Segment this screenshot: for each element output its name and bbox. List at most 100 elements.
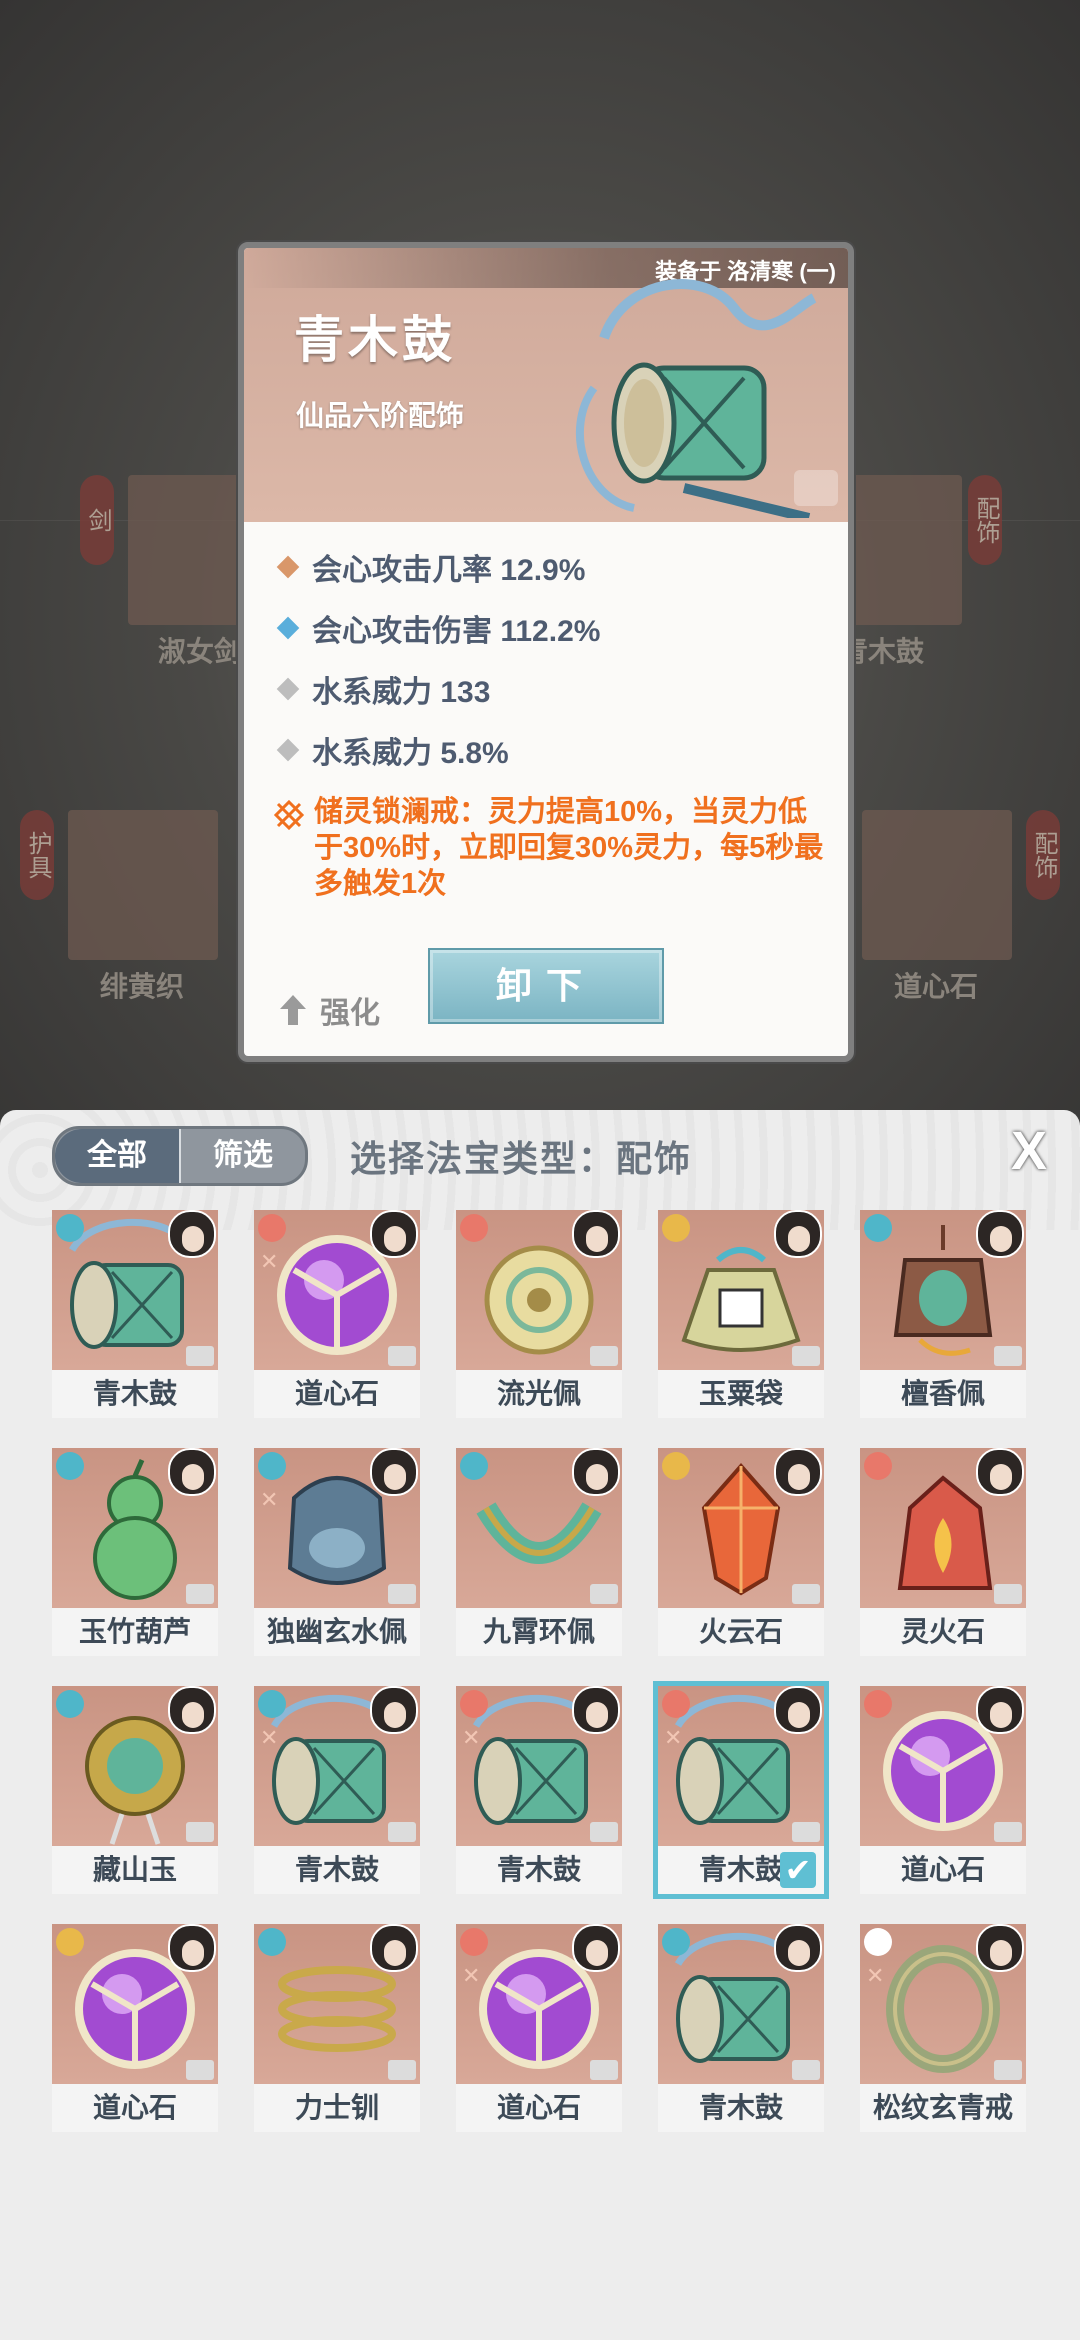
item-image — [658, 1210, 824, 1370]
item-card[interactable]: 九霄环佩 — [456, 1448, 622, 1656]
item-name: 玉粟袋 — [658, 1370, 824, 1418]
enhance-button[interactable]: 强化 — [278, 988, 380, 1032]
stat-text: 会心攻击几率 12.9% — [312, 553, 586, 587]
rune-icon: ✕ — [462, 1963, 481, 1988]
item-image — [456, 1210, 622, 1370]
unequip-button[interactable]: 卸下 — [428, 948, 664, 1024]
lock-icon — [590, 1346, 618, 1366]
stat-text: 水系威力 5.8% — [312, 736, 509, 770]
lock-icon — [186, 1822, 214, 1842]
element-icon — [258, 1214, 286, 1242]
item-card[interactable]: 藏山玉 — [52, 1686, 218, 1894]
avatar-face — [182, 1940, 204, 1966]
avatar-face — [586, 1940, 608, 1966]
item-name: 道心石 — [456, 2084, 622, 2132]
element-icon — [56, 1690, 84, 1718]
item-card[interactable]: ✕ 松纹玄青戒 — [860, 1924, 1026, 2132]
element-icon — [258, 1928, 286, 1956]
item-card[interactable]: 青木鼓 — [52, 1210, 218, 1418]
check-icon: ✔ — [780, 1852, 816, 1888]
skill-row: 储灵锁澜戒：灵力提高10%，当灵力低于30%时，立即回复30%灵力，每5秒最多触… — [274, 794, 834, 902]
item-card[interactable]: ✕ 青木鼓 ✔ — [653, 1681, 829, 1899]
avatar — [168, 1924, 216, 1972]
item-image: ✕ — [254, 1448, 420, 1608]
item-image — [860, 1448, 1026, 1608]
item-card[interactable]: 玉粟袋 — [658, 1210, 824, 1418]
item-name: 玉竹葫芦 — [52, 1608, 218, 1656]
item-name: 藏山玉 — [52, 1846, 218, 1894]
avatar — [976, 1686, 1024, 1734]
lock-icon — [590, 1584, 618, 1604]
item-card[interactable]: ✕ 青木鼓 — [254, 1686, 420, 1894]
avatar-face — [384, 1940, 406, 1966]
item-card[interactable]: ✕ 道心石 — [254, 1210, 420, 1418]
stat-row: 会心攻击几率 12.9% — [274, 536, 834, 597]
diamond-icon — [276, 677, 300, 700]
element-icon — [258, 1690, 286, 1718]
item-image: ✕ — [254, 1686, 420, 1846]
element-icon — [460, 1452, 488, 1480]
tab-filter[interactable]: 筛选 — [181, 1129, 305, 1183]
item-card[interactable]: 火云石 — [658, 1448, 824, 1656]
element-icon — [864, 1928, 892, 1956]
item-card[interactable]: 道心石 — [860, 1686, 1026, 1894]
item-name: 道心石 — [52, 2084, 218, 2132]
item-image — [658, 1924, 824, 2084]
item-name: 九霄环佩 — [456, 1608, 622, 1656]
element-icon — [56, 1214, 84, 1242]
avatar-face — [788, 1940, 810, 1966]
stat-row: 水系威力 133 — [274, 658, 834, 719]
lock-icon — [388, 1584, 416, 1604]
stat-text: 会心攻击伤害 112.2% — [312, 614, 601, 648]
item-name: 青木鼓 — [658, 2084, 824, 2132]
item-card[interactable]: ✕ 青木鼓 — [456, 1686, 622, 1894]
avatar-face — [990, 1226, 1012, 1252]
rune-icon: ✕ — [260, 1725, 279, 1750]
avatar — [370, 1686, 418, 1734]
lock-icon — [186, 1346, 214, 1366]
item-image — [52, 1924, 218, 2084]
equipment-slot[interactable] — [68, 810, 218, 960]
avatar — [976, 1924, 1024, 1972]
item-card[interactable]: 灵火石 — [860, 1448, 1026, 1656]
avatar-face — [586, 1702, 608, 1728]
item-card[interactable]: 青木鼓 — [658, 1924, 824, 2132]
slot-tag: 配饰 — [1026, 810, 1060, 900]
slot-label: 淑女剑 — [158, 636, 243, 667]
close-button[interactable]: X — [1004, 1124, 1054, 1178]
item-card[interactable]: 道心石 — [52, 1924, 218, 2132]
diamond-icon — [276, 555, 300, 578]
item-card[interactable]: ✕ 道心石 — [456, 1924, 622, 2132]
item-card[interactable]: ✕ 独幽玄水佩 — [254, 1448, 420, 1656]
item-image — [52, 1686, 218, 1846]
lock-icon — [590, 2060, 618, 2080]
rune-icon: ✕ — [462, 1725, 481, 1750]
element-icon — [662, 1690, 690, 1718]
diamond-icon — [276, 616, 300, 639]
item-image: ✕ — [860, 1924, 1026, 2084]
lock-icon — [994, 1346, 1022, 1366]
tab-all[interactable]: 全部 — [55, 1129, 179, 1183]
lock-icon — [388, 1346, 416, 1366]
rune-icon — [274, 800, 304, 830]
lock-icon — [994, 2060, 1022, 2080]
item-title: 青木鼓 — [294, 312, 456, 368]
lock-icon — [186, 2060, 214, 2080]
item-card[interactable]: 檀香佩 — [860, 1210, 1026, 1418]
equipment-slot[interactable] — [862, 810, 1012, 960]
item-card[interactable]: 玉竹葫芦 — [52, 1448, 218, 1656]
item-card[interactable]: 力士钏 — [254, 1924, 420, 2132]
item-name: 流光佩 — [456, 1370, 622, 1418]
lock-icon — [792, 1822, 820, 1842]
avatar — [774, 1448, 822, 1496]
avatar-face — [384, 1464, 406, 1490]
element-icon — [662, 1452, 690, 1480]
item-image: ✕ — [254, 1210, 420, 1370]
avatar-face — [788, 1226, 810, 1252]
rune-icon: ✕ — [260, 1487, 279, 1512]
filter-toggle: 全部 筛选 — [52, 1126, 308, 1186]
lock-icon[interactable] — [794, 470, 838, 506]
item-grade: 仙品六阶配饰 — [296, 400, 465, 431]
avatar-face — [990, 1464, 1012, 1490]
item-card[interactable]: 流光佩 — [456, 1210, 622, 1418]
